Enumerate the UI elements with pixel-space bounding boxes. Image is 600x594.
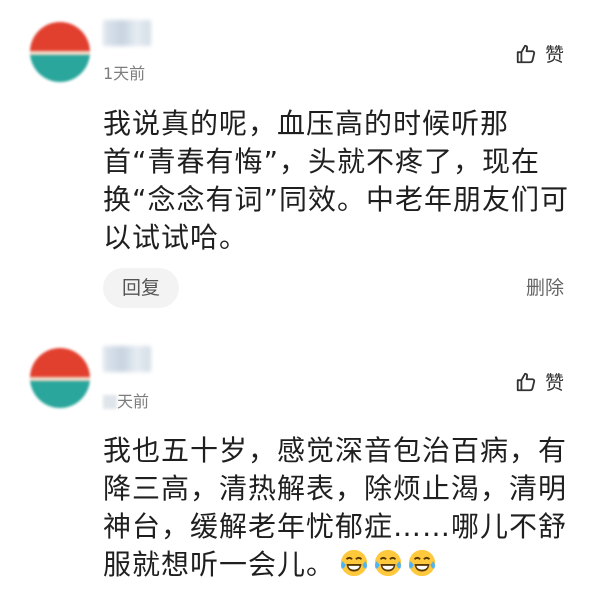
comment-text-content: 我也五十岁，感觉深音包治百病，有降三高，清热解表，除烦止渴，清明神台，缓解老年忧… bbox=[103, 434, 568, 581]
blurred-digit bbox=[103, 395, 117, 409]
like-label: 赞 bbox=[544, 44, 564, 66]
thumbs-up-icon bbox=[516, 44, 536, 63]
comment-item: 1天前 赞 我说真的呢，血压高的时候听那首“青春有悔”，头就不疼了，现在换“念念… bbox=[0, 0, 600, 320]
username-blurred[interactable] bbox=[103, 346, 151, 372]
thumbs-up-icon bbox=[516, 372, 536, 391]
username-blurred[interactable] bbox=[103, 20, 151, 46]
avatar[interactable] bbox=[30, 22, 90, 82]
comment-text: 我说真的呢，血压高的时候听那首“青春有悔”，头就不疼了，现在换“念念有词”同效。… bbox=[103, 107, 570, 254]
reply-button[interactable]: 回复 bbox=[103, 268, 179, 308]
comment-text: 我也五十岁，感觉深音包治百病，有降三高，清热解表，除烦止渴，清明神台，缓解老年忧… bbox=[103, 432, 573, 584]
like-label: 赞 bbox=[544, 372, 564, 394]
comment-time: 1天前 bbox=[103, 64, 146, 83]
comment-time: 天前 bbox=[103, 392, 149, 412]
laughing-crying-emoji bbox=[340, 549, 368, 577]
like-button[interactable]: 赞 bbox=[515, 368, 564, 395]
avatar[interactable] bbox=[30, 348, 90, 408]
comment-time-label: 天前 bbox=[117, 392, 150, 411]
laughing-crying-emoji bbox=[374, 549, 402, 577]
like-button[interactable]: 赞 bbox=[515, 40, 564, 67]
delete-button[interactable]: 删除 bbox=[526, 268, 564, 308]
laughing-crying-emoji bbox=[408, 549, 436, 577]
comment-item: 天前 赞 我也五十岁，感觉深音包治百病，有降三高，清热解表，除烦止渴，清明神台，… bbox=[0, 330, 600, 594]
